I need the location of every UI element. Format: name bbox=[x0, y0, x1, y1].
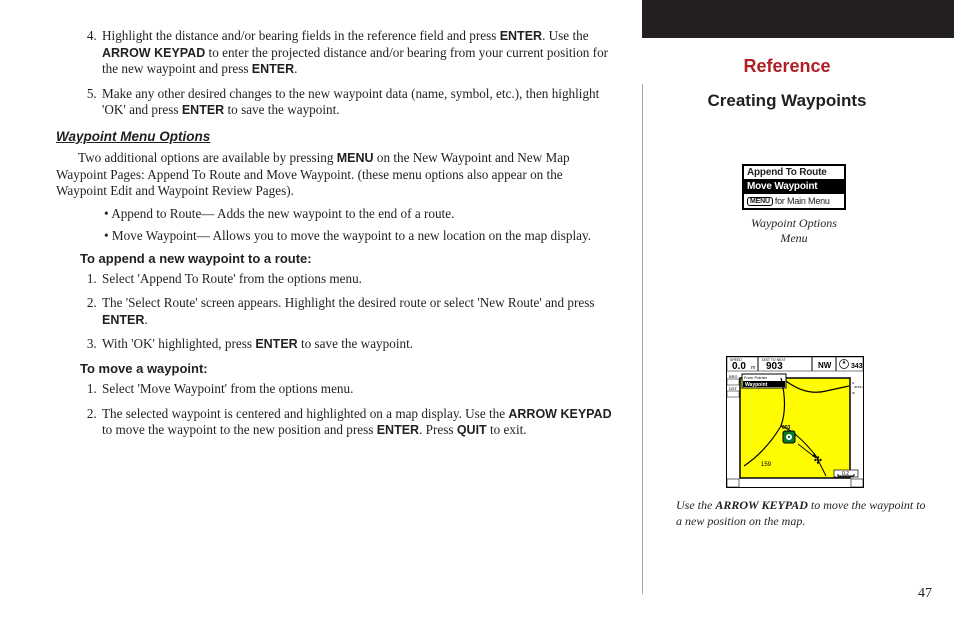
scale-value: 0.2 bbox=[842, 471, 849, 477]
list-b-item: Select 'Append To Route' from the option… bbox=[100, 271, 616, 288]
road-label: 159 bbox=[761, 462, 772, 468]
list-b-item: The 'Select Route' screen appears. Highl… bbox=[100, 295, 616, 328]
text: The selected waypoint is centered and hi… bbox=[102, 406, 508, 421]
key-enter: ENTER bbox=[102, 313, 144, 327]
header-black-bar bbox=[642, 0, 954, 38]
text: to save the waypoint. bbox=[298, 336, 413, 351]
menu-hint-text: for Main Menu bbox=[775, 196, 830, 206]
list-c-item: The selected waypoint is centered and hi… bbox=[100, 406, 616, 439]
text: Two additional options are available by … bbox=[78, 150, 337, 165]
svg-text:DST: DST bbox=[729, 386, 738, 391]
list-a-item: Make any other desired changes to the ne… bbox=[100, 86, 616, 119]
text: to save the waypoint. bbox=[224, 102, 339, 117]
text: The 'Select Route' screen appears. Highl… bbox=[102, 295, 595, 310]
key-quit: QUIT bbox=[457, 423, 487, 437]
text: to exit. bbox=[487, 422, 527, 437]
reference-title: Reference bbox=[642, 56, 932, 77]
figure-options-menu: Append To Route Move Waypoint MENUfor Ma… bbox=[742, 164, 846, 246]
text: With 'OK' highlighted, press bbox=[102, 336, 255, 351]
bullet-list: Append to Route— Adds the new waypoint t… bbox=[56, 206, 616, 245]
list-b: Select 'Append To Route' from the option… bbox=[56, 271, 616, 353]
text: to move the waypoint to the new position… bbox=[102, 422, 377, 437]
svg-text:30'59.399': 30'59.399' bbox=[854, 385, 864, 389]
menu-row-move-selected: Move Waypoint bbox=[744, 180, 844, 194]
lead-append: To append a new waypoint to a route: bbox=[80, 251, 616, 267]
menu-button-icon: MENU bbox=[747, 197, 773, 206]
body-text: Highlight the distance and/or bearing fi… bbox=[56, 28, 616, 447]
menu-hint-row: MENUfor Main Menu bbox=[744, 194, 844, 208]
key-arrow-keypad: ARROW KEYPAD bbox=[102, 46, 205, 60]
list-c-item: Select 'Move Waypoint' from the options … bbox=[100, 381, 616, 398]
text: . bbox=[144, 312, 147, 327]
key-enter: ENTER bbox=[255, 337, 297, 351]
nw-label: NW bbox=[818, 361, 832, 370]
bullet-item: Move Waypoint— Allows you to move the wa… bbox=[104, 228, 616, 245]
speed-value: 0.0 bbox=[732, 361, 746, 372]
reference-subtitle: Creating Waypoints bbox=[642, 91, 932, 111]
key-enter: ENTER bbox=[182, 103, 224, 117]
dist-value: 903 bbox=[766, 361, 783, 372]
text: Make any other desired changes to the ne… bbox=[102, 86, 599, 118]
popup-label: Waypoint bbox=[745, 382, 768, 388]
text: Highlight the distance and/or bearing fi… bbox=[102, 28, 500, 43]
waypoint-id: 003 bbox=[782, 425, 791, 431]
svg-text:From Pointer: From Pointer bbox=[744, 375, 768, 380]
figure-1-caption: Waypoint Options Menu bbox=[742, 216, 846, 246]
svg-text:m: m bbox=[751, 365, 755, 371]
text: . bbox=[294, 61, 297, 76]
key-arrow-keypad: ARROW KEYPAD bbox=[715, 498, 808, 512]
sidebar-heading: Reference Creating Waypoints bbox=[642, 56, 932, 141]
svg-text:W: W bbox=[852, 391, 855, 395]
text: Use the bbox=[676, 498, 715, 512]
figure-map: SPEED 0.0 m DIST TO NEXT 903 NW 343 BRG … bbox=[726, 356, 864, 488]
key-arrow-keypad: ARROW KEYPAD bbox=[508, 407, 611, 421]
page: Highlight the distance and/or bearing fi… bbox=[0, 0, 954, 618]
bearing-value: 343 bbox=[851, 363, 863, 370]
figure-2-caption: Use the ARROW KEYPAD to move the waypoin… bbox=[676, 498, 926, 529]
key-enter: ENTER bbox=[377, 423, 419, 437]
list-a: Highlight the distance and/or bearing fi… bbox=[56, 28, 616, 119]
subhead-waypoint-menu-options: Waypoint Menu Options bbox=[56, 129, 616, 146]
key-enter: ENTER bbox=[252, 62, 294, 76]
menu-row-append: Append To Route bbox=[744, 166, 844, 180]
waypoint-marker-icon bbox=[783, 431, 795, 443]
vertical-rule bbox=[642, 84, 643, 594]
key-menu: MENU bbox=[337, 151, 374, 165]
svg-text:BRG: BRG bbox=[729, 374, 738, 379]
key-enter: ENTER bbox=[500, 29, 542, 43]
page-number: 47 bbox=[918, 586, 932, 602]
list-b-item: With 'OK' highlighted, press ENTER to sa… bbox=[100, 336, 616, 353]
map-svg: SPEED 0.0 m DIST TO NEXT 903 NW 343 BRG … bbox=[726, 356, 864, 488]
intro-paragraph: Two additional options are available by … bbox=[56, 150, 616, 200]
text: . Press bbox=[419, 422, 457, 437]
options-menu-box: Append To Route Move Waypoint MENUfor Ma… bbox=[742, 164, 846, 210]
bullet-item: Append to Route— Adds the new waypoint t… bbox=[104, 206, 616, 223]
list-c: Select 'Move Waypoint' from the options … bbox=[56, 381, 616, 439]
lead-move: To move a waypoint: bbox=[80, 361, 616, 377]
list-a-item: Highlight the distance and/or bearing fi… bbox=[100, 28, 616, 78]
text: . Use the bbox=[542, 28, 589, 43]
